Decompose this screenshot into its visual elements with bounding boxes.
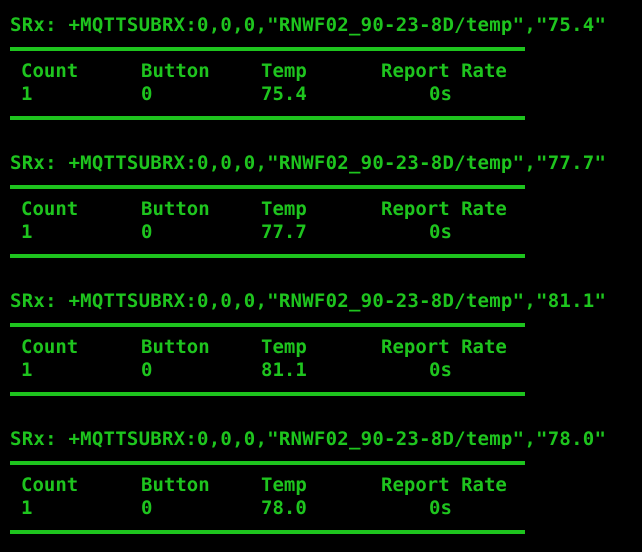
temp-value: 81.1 (261, 359, 307, 381)
button-header: Button (141, 60, 210, 82)
message-block: SRx: +MQTTSUBRX:0,0,0,"RNWF02_90-23-8D/t… (0, 414, 642, 552)
divider (10, 323, 525, 327)
divider (10, 461, 525, 465)
count-value: 1 (21, 83, 33, 105)
message-block: SRx: +MQTTSUBRX:0,0,0,"RNWF02_90-23-8D/t… (0, 276, 642, 414)
count-value: 1 (21, 359, 33, 381)
report-rate-value: 0s (429, 497, 452, 519)
message-block: SRx: +MQTTSUBRX:0,0,0,"RNWF02_90-23-8D/t… (0, 0, 642, 138)
report-rate-value: 0s (429, 359, 452, 381)
button-header: Button (141, 198, 210, 220)
button-value: 0 (141, 359, 153, 381)
temp-header: Temp (261, 336, 307, 358)
divider (10, 530, 525, 534)
srx-line: SRx: +MQTTSUBRX:0,0,0,"RNWF02_90-23-8D/t… (10, 428, 607, 450)
button-value: 0 (141, 83, 153, 105)
report-rate-value: 0s (429, 83, 452, 105)
count-header: Count (21, 336, 79, 358)
message-block: SRx: +MQTTSUBRX:0,0,0,"RNWF02_90-23-8D/t… (0, 138, 642, 276)
temp-header: Temp (261, 60, 307, 82)
srx-line: SRx: +MQTTSUBRX:0,0,0,"RNWF02_90-23-8D/t… (10, 152, 607, 174)
count-header: Count (21, 474, 79, 496)
count-value: 1 (21, 497, 33, 519)
srx-line: SRx: +MQTTSUBRX:0,0,0,"RNWF02_90-23-8D/t… (10, 290, 607, 312)
divider (10, 254, 525, 258)
report-rate-header: Report Rate (381, 336, 507, 358)
divider (10, 47, 525, 51)
button-header: Button (141, 336, 210, 358)
count-value: 1 (21, 221, 33, 243)
report-rate-header: Report Rate (381, 474, 507, 496)
divider (10, 392, 525, 396)
report-rate-header: Report Rate (381, 60, 507, 82)
temp-header: Temp (261, 474, 307, 496)
temp-header: Temp (261, 198, 307, 220)
button-value: 0 (141, 221, 153, 243)
srx-line: SRx: +MQTTSUBRX:0,0,0,"RNWF02_90-23-8D/t… (10, 14, 607, 36)
temp-value: 77.7 (261, 221, 307, 243)
count-header: Count (21, 60, 79, 82)
divider (10, 116, 525, 120)
terminal-output: SRx: +MQTTSUBRX:0,0,0,"RNWF02_90-23-8D/t… (0, 0, 642, 546)
temp-value: 75.4 (261, 83, 307, 105)
report-rate-value: 0s (429, 221, 452, 243)
count-header: Count (21, 198, 79, 220)
button-header: Button (141, 474, 210, 496)
button-value: 0 (141, 497, 153, 519)
divider (10, 185, 525, 189)
report-rate-header: Report Rate (381, 198, 507, 220)
temp-value: 78.0 (261, 497, 307, 519)
